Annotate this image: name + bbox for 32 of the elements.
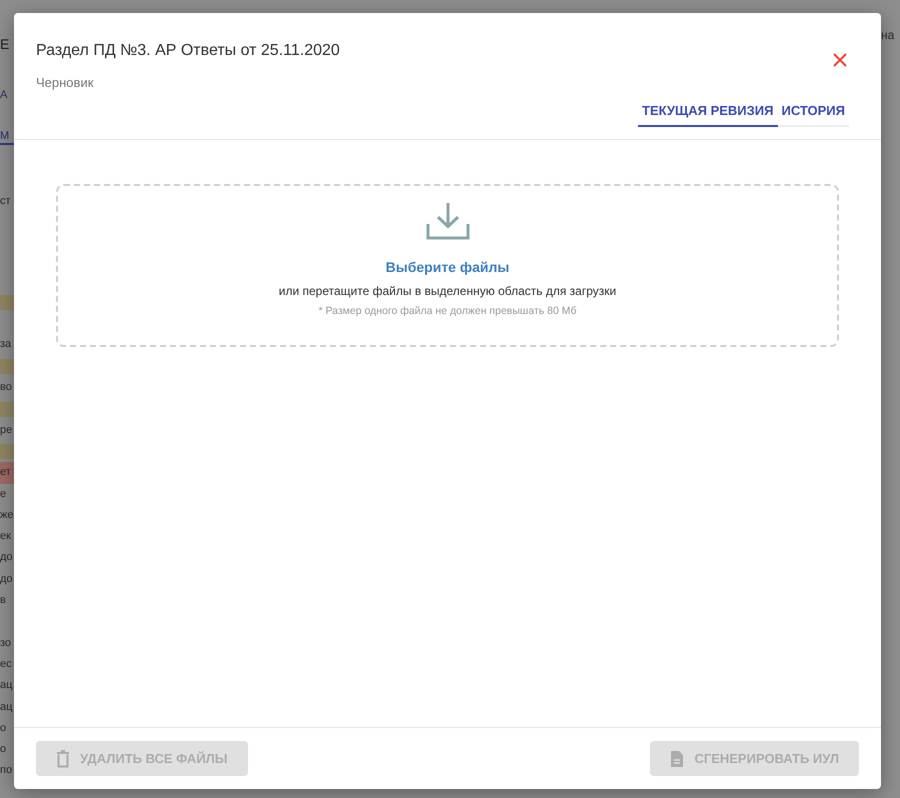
page-text: ац xyxy=(0,700,14,715)
document-icon xyxy=(670,750,684,768)
page-text: о xyxy=(0,720,8,736)
highlighted-row: ет xyxy=(0,462,14,484)
drop-hint: или перетащите файлы в выделенную область для загрузки xyxy=(278,283,616,300)
page-text: же xyxy=(0,508,14,523)
drop-zone[interactable]: Выберите файлы или перетащите файлы в выделенную область для загрузки * Размер одного файла не должен превышать 80 Мб xyxy=(56,184,839,347)
tab[interactable]: ТЕКУЩАЯ РЕВИЗИЯ xyxy=(638,100,778,127)
dialog-title: Раздел ПД №3. АР Ответы от 25.11.2020 xyxy=(36,41,340,61)
page-text: в xyxy=(0,593,7,608)
page-heading: Е xyxy=(0,35,10,54)
tab[interactable]: ИСТОРИЯ xyxy=(778,100,849,127)
page-text: ек xyxy=(0,529,12,544)
size-note: * Размер одного файла не должен превышать 80 Мб xyxy=(318,304,577,319)
page-text: ац xyxy=(0,678,14,694)
page-text: за xyxy=(0,337,12,352)
trash-icon xyxy=(56,750,70,768)
page-text: о xyxy=(0,742,8,758)
page-text: е xyxy=(0,486,8,502)
page-text: ст xyxy=(0,194,12,209)
page-text: по xyxy=(0,763,14,778)
page-text: во xyxy=(0,380,13,396)
page-text: до xyxy=(0,572,14,587)
download-icon xyxy=(426,202,470,240)
page-text: на xyxy=(881,27,896,44)
page-text: до xyxy=(0,550,14,566)
choose-files-link[interactable]: Выберите файлы xyxy=(386,257,510,278)
page-text: ес xyxy=(0,656,13,672)
status-text: Черновик xyxy=(36,74,94,92)
page-link[interactable]: А xyxy=(0,85,14,107)
page-text: зо xyxy=(0,636,12,651)
page-text: ре xyxy=(0,422,14,438)
